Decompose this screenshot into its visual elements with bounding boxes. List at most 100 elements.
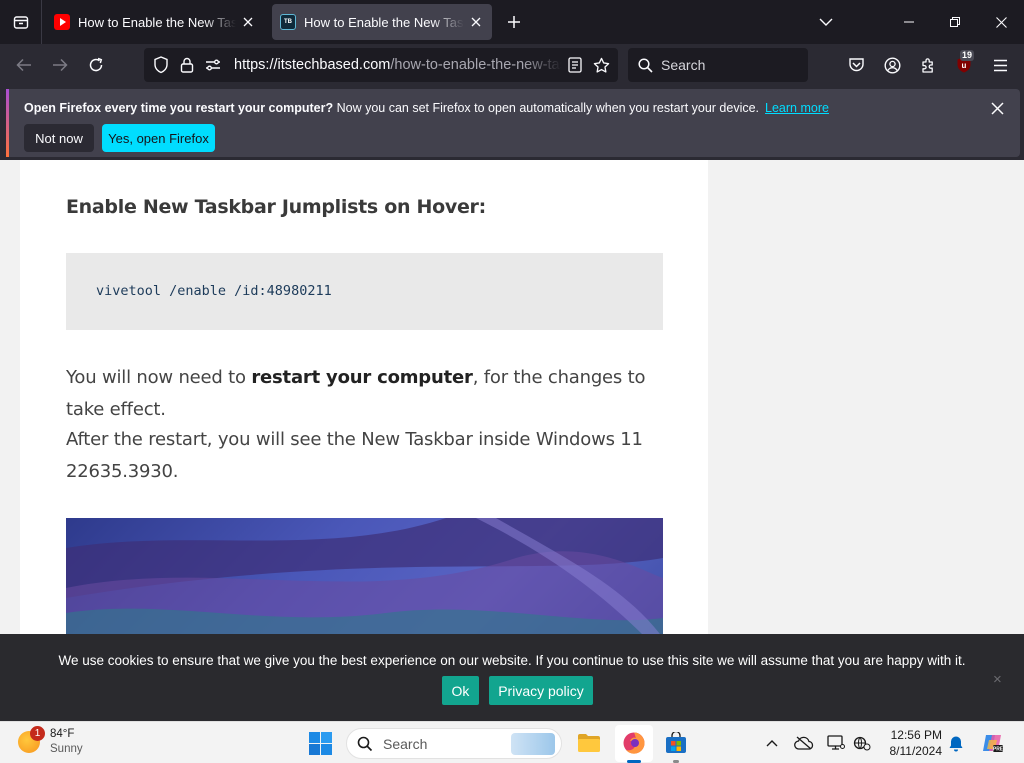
svg-text:PRE: PRE <box>993 747 1004 753</box>
close-window-button[interactable] <box>978 0 1024 44</box>
code-block: vivetool /enable /id:48980211 <box>66 253 663 330</box>
taskbar-search-box[interactable]: Search <box>346 728 562 759</box>
start-button[interactable] <box>306 729 334 757</box>
reload-icon <box>89 57 103 72</box>
privacy-policy-button[interactable]: Privacy policy <box>489 676 593 705</box>
network-button[interactable] <box>848 729 876 757</box>
copilot-icon: PRE <box>983 735 1004 753</box>
weather-badge: 1 <box>30 726 45 741</box>
restart-notification-bar: Open Firefox every time you restart your… <box>6 89 1020 157</box>
search-bar[interactable]: Search <box>628 48 808 82</box>
clock-date: 8/11/2024 <box>889 744 943 758</box>
notification-bold-text: Open Firefox every time you restart your… <box>24 101 334 115</box>
cloud-offline-icon <box>794 736 814 750</box>
monitor-icon <box>827 735 845 750</box>
onedrive-button[interactable] <box>790 729 818 757</box>
lock-icon[interactable] <box>174 48 200 82</box>
sunny-weather-icon: 1 <box>18 726 45 753</box>
puzzle-icon <box>921 57 933 73</box>
windows-taskbar: 1 84°F Sunny Search 12:56 PM 8/11/2024 P… <box>0 721 1024 763</box>
not-now-button[interactable]: Not now <box>24 124 94 152</box>
pocket-button[interactable] <box>841 50 871 80</box>
paragraph-restart: You will now need to restart your comput… <box>66 362 686 426</box>
learn-more-link[interactable]: Learn more <box>765 101 829 115</box>
notification-text: Now you can set Firefox to open automati… <box>333 101 760 115</box>
url-path: /how-to-enable-the-new-taskbar <box>390 57 562 73</box>
close-tab-button[interactable] <box>240 14 256 30</box>
pocket-icon <box>848 58 864 72</box>
list-all-tabs-button[interactable] <box>0 0 42 44</box>
clock-time: 12:56 PM <box>890 728 942 742</box>
notification-message: Open Firefox every time you restart your… <box>24 101 829 115</box>
search-highlight-icon <box>511 733 555 755</box>
url-domain: https://itstechbased.com <box>234 57 391 73</box>
yes-open-firefox-button[interactable]: Yes, open Firefox <box>102 124 215 152</box>
minimize-icon <box>904 21 914 23</box>
hamburger-menu-icon <box>993 59 1007 71</box>
navigation-toolbar: https://itstechbased.com/how-to-enable-t… <box>0 44 1024 86</box>
extensions-button[interactable] <box>913 50 943 80</box>
tab-youtube[interactable]: How to Enable the New Taskbar Jumplists <box>46 4 264 40</box>
permissions-icon[interactable] <box>200 48 226 82</box>
itstechbased-icon: TB <box>280 14 296 30</box>
cookie-message: We use cookies to ensure that we give yo… <box>58 653 966 668</box>
search-icon <box>357 736 373 751</box>
close-icon <box>471 17 481 27</box>
tab-strip: How to Enable the New Taskbar Jumplists … <box>0 0 1024 44</box>
tracking-protection-icon[interactable] <box>148 48 174 82</box>
display-button[interactable] <box>822 729 850 757</box>
back-button[interactable] <box>9 50 39 80</box>
code-text[interactable]: vivetool /enable /id:48980211 <box>96 283 332 299</box>
firefox-icon <box>623 732 645 754</box>
windows-logo-icon <box>308 731 332 755</box>
close-icon <box>243 17 253 27</box>
paragraph-after-restart: After the restart, you will see the New … <box>66 429 643 482</box>
taskbar-search-label: Search <box>383 735 428 752</box>
reader-view-icon[interactable] <box>562 48 588 82</box>
file-explorer-button[interactable] <box>575 729 603 757</box>
system-clock[interactable]: 12:56 PM 8/11/2024 <box>876 727 943 759</box>
url-bar[interactable]: https://itstechbased.com/how-to-enable-t… <box>144 48 618 82</box>
firefox-taskbar-button[interactable] <box>620 729 648 757</box>
tab-itstechbased[interactable]: TB How to Enable the New Taskbar Jumplis… <box>272 4 492 40</box>
chevron-up-icon <box>766 740 778 747</box>
account-button[interactable] <box>877 50 907 80</box>
article-body: Enable New Taskbar Jumplists on Hover: v… <box>20 160 708 634</box>
plus-icon <box>508 16 520 28</box>
close-tab-button[interactable] <box>468 14 484 30</box>
folder-icon <box>578 734 600 752</box>
show-hidden-icons-button[interactable] <box>758 729 786 757</box>
close-icon <box>995 16 1007 28</box>
extension-badge: 19 <box>960 50 975 61</box>
search-placeholder: Search <box>661 57 706 73</box>
cookie-consent-banner: We use cookies to ensure that we give yo… <box>0 634 1024 721</box>
youtube-icon <box>54 14 70 30</box>
article-image <box>66 518 663 634</box>
section-heading: Enable New Taskbar Jumplists on Hover: <box>66 196 486 218</box>
tab-overflow-button[interactable] <box>803 0 849 44</box>
notifications-button[interactable] <box>942 729 970 757</box>
p1-text-before: You will now need to <box>66 367 252 388</box>
store-bag-icon <box>666 732 686 753</box>
web-page: Enable New Taskbar Jumplists on Hover: v… <box>0 160 1024 634</box>
cookie-ok-button[interactable]: Ok <box>442 676 479 705</box>
forward-button[interactable] <box>45 50 75 80</box>
svg-text:u: u <box>962 61 967 70</box>
reload-button[interactable] <box>81 50 111 80</box>
menu-button[interactable] <box>985 50 1015 80</box>
cookie-close-button[interactable]: × <box>993 671 1002 688</box>
weather-widget[interactable]: 1 84°F Sunny <box>18 726 83 757</box>
restore-button[interactable] <box>932 0 978 44</box>
minimize-button[interactable] <box>886 0 932 44</box>
url-text[interactable]: https://itstechbased.com/how-to-enable-t… <box>234 57 562 73</box>
restore-icon <box>950 17 960 27</box>
new-tab-button[interactable] <box>500 8 528 36</box>
weather-temperature: 84°F <box>50 728 75 740</box>
bookmark-star-icon[interactable] <box>588 48 614 82</box>
network-icon <box>853 736 871 751</box>
microsoft-store-button[interactable] <box>662 729 690 757</box>
notification-close-button[interactable] <box>988 99 1006 117</box>
copilot-button[interactable]: PRE <box>978 729 1006 757</box>
tab-title: How to Enable the New Taskbar Jumplists <box>78 14 236 30</box>
arrow-left-icon <box>16 58 31 72</box>
